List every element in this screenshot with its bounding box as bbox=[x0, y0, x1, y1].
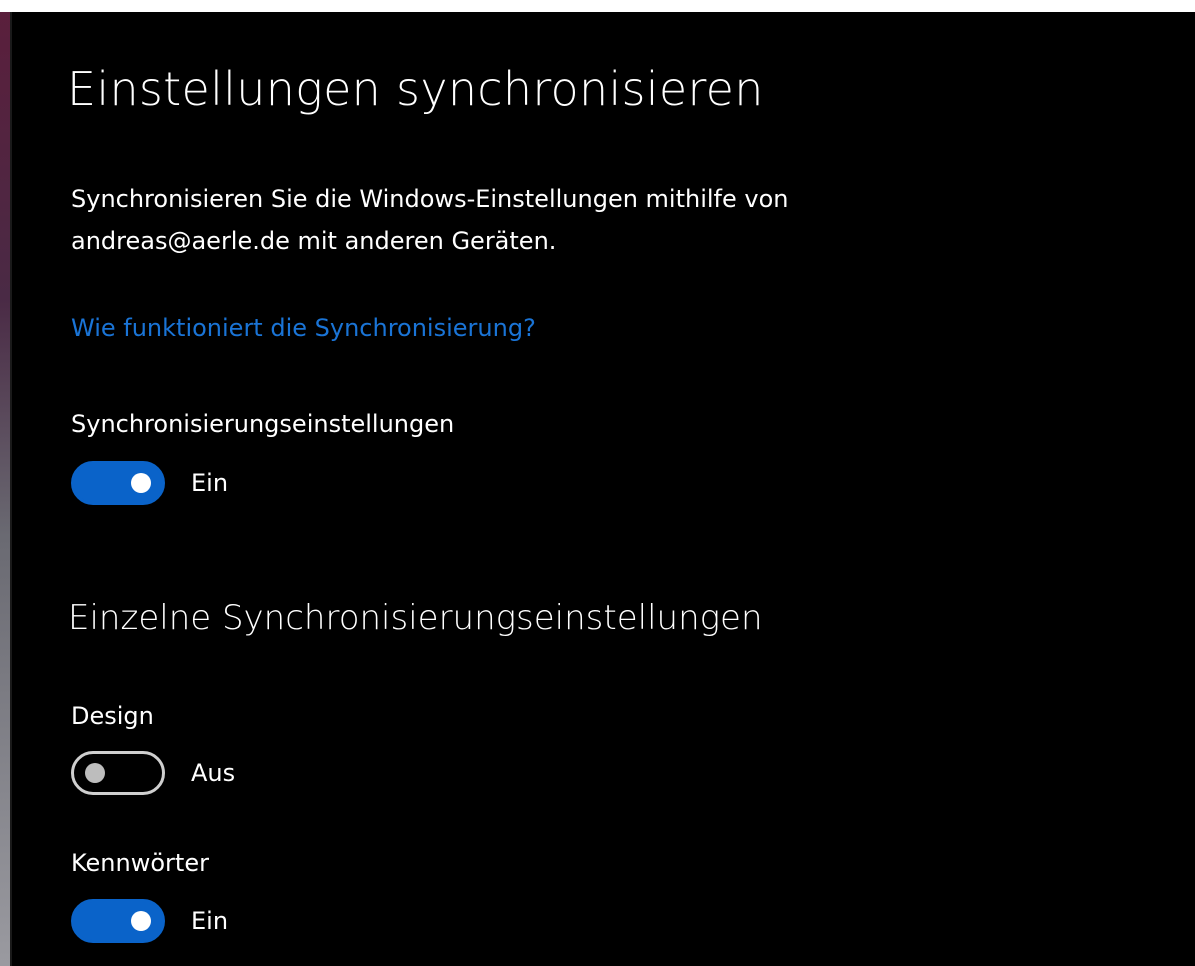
passwords-label: Kennwörter bbox=[71, 849, 209, 877]
toggle-knob bbox=[131, 911, 151, 931]
sync-settings-state: Ein bbox=[191, 469, 229, 497]
design-toggle-row: Aus bbox=[71, 751, 235, 795]
passwords-state: Ein bbox=[191, 907, 229, 935]
page-description: Synchronisieren Sie die Windows-Einstell… bbox=[71, 185, 789, 255]
sync-settings-label: Synchronisierungseinstellungen bbox=[71, 410, 455, 438]
passwords-toggle-row: Ein bbox=[71, 899, 228, 943]
design-toggle[interactable] bbox=[71, 751, 165, 795]
page-title: Einstellungen synchronisieren bbox=[67, 62, 764, 116]
passwords-toggle[interactable] bbox=[71, 899, 165, 943]
help-link[interactable]: Wie funktioniert die Synchronisierung? bbox=[71, 314, 536, 342]
settings-content: Einstellungen synchronisieren Synchronis… bbox=[0, 12, 1195, 966]
sync-settings-toggle[interactable] bbox=[71, 461, 165, 505]
individual-sync-heading: Einzelne Synchronisierungseinstellungen bbox=[68, 598, 763, 638]
toggle-knob bbox=[85, 763, 105, 783]
settings-window: Einstellungen synchronisieren Synchronis… bbox=[0, 12, 1195, 966]
sync-settings-toggle-row: Ein bbox=[71, 461, 228, 505]
design-label: Design bbox=[71, 702, 154, 730]
design-state: Aus bbox=[191, 759, 236, 787]
toggle-knob bbox=[131, 473, 151, 493]
